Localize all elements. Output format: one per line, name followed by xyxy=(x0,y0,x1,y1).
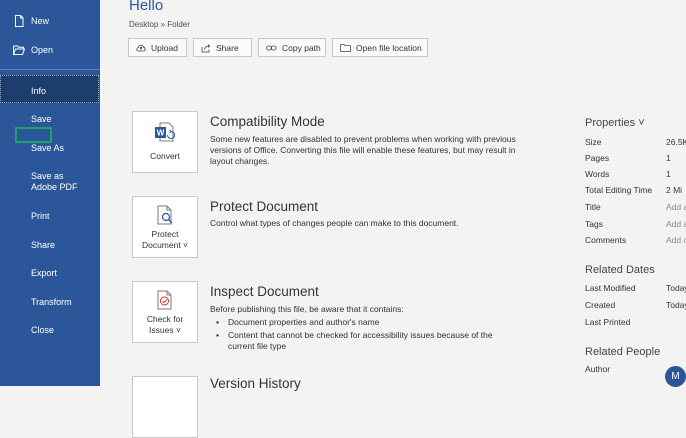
sidebar-item-label: Close xyxy=(31,325,55,335)
property-value: Today xyxy=(666,283,686,293)
property-key: Last Printed xyxy=(585,317,631,327)
protect-document-icon xyxy=(157,205,173,225)
property-value: 1 xyxy=(666,169,671,179)
breadcrumb: Desktop » Folder xyxy=(129,20,190,29)
sidebar-item-label: Save As xyxy=(31,143,65,153)
property-value: 2 Mi xyxy=(666,185,683,195)
inspect-bullet-text: Content that cannot be checked for acces… xyxy=(228,330,493,351)
sidebar-item-info-selected[interactable] xyxy=(0,75,99,103)
open-file-location-button[interactable]: Open file location xyxy=(332,38,428,57)
add-comments-field[interactable]: Add c xyxy=(666,235,686,245)
property-value: 26.5K xyxy=(666,137,686,147)
property-key: Tags xyxy=(585,219,603,229)
upload-label: Upload xyxy=(151,42,178,53)
link-icon xyxy=(266,45,277,50)
inspect-bullet: ▪ Document properties and author's name xyxy=(216,317,516,328)
share-icon xyxy=(201,43,211,52)
version-history-title: Version History xyxy=(210,376,301,391)
sidebar-item-label: Info xyxy=(31,86,47,96)
new-document-icon xyxy=(15,15,24,27)
compatibility-section: W Convert Compatibility Mode Some new fe… xyxy=(132,111,552,175)
sidebar-item-label: Print xyxy=(31,211,50,221)
upload-icon xyxy=(136,44,146,51)
protect-title: Protect Document xyxy=(210,199,319,214)
property-key: Created xyxy=(585,300,616,310)
version-history-section: Version History xyxy=(132,376,552,438)
properties-dropdown[interactable]: Properties ˅ xyxy=(585,117,645,129)
protect-label-line1: Protect xyxy=(151,229,179,239)
convert-button[interactable]: W Convert xyxy=(132,111,198,173)
check-label-line2: Issues ˅ xyxy=(149,325,181,335)
sidebar-divider xyxy=(0,69,100,70)
share-button[interactable]: Share xyxy=(193,38,252,57)
copy-path-label: Copy path xyxy=(282,42,321,53)
property-key: Last Modified xyxy=(585,283,636,293)
inspect-bullet-text: Document properties and author's name xyxy=(228,317,380,327)
protect-section: Protect Document ˅ Protect Document Cont… xyxy=(132,196,552,260)
inspect-title: Inspect Document xyxy=(210,284,319,299)
upload-button[interactable]: Upload xyxy=(128,38,187,57)
inspect-description: Before publishing this file, be aware th… xyxy=(210,304,404,314)
avatar[interactable]: M xyxy=(665,366,686,387)
property-key: Title xyxy=(585,202,601,212)
compatibility-description: Some new features are disabled to preven… xyxy=(210,134,516,166)
share-label: Share xyxy=(216,42,239,53)
open-file-location-label: Open file location xyxy=(356,42,422,53)
version-history-button[interactable] xyxy=(132,376,198,438)
check-label-line1: Check for xyxy=(146,314,184,324)
inspect-section: Check for Issues ˅ Inspect Document Befo… xyxy=(132,281,552,351)
folder-open-icon xyxy=(13,45,25,55)
property-key: Words xyxy=(585,169,610,179)
related-dates-heading: Related Dates xyxy=(585,264,655,276)
property-key: Total Editing Time xyxy=(585,185,653,195)
sidebar-item-label: Save as Adobe PDF xyxy=(31,171,78,192)
property-value: 1 xyxy=(666,153,671,163)
check-for-issues-button[interactable]: Check for Issues ˅ xyxy=(132,281,198,343)
document-title: Hello xyxy=(129,0,164,14)
word-convert-icon: W xyxy=(155,122,175,142)
check-issues-icon xyxy=(157,290,172,310)
sidebar-item-label: Transform xyxy=(31,297,72,307)
related-people-heading: Related People xyxy=(585,346,661,358)
svg-text:W: W xyxy=(157,129,165,138)
property-key: Author xyxy=(585,364,611,374)
sidebar-item-label: New xyxy=(31,16,50,26)
sidebar-item-label: Open xyxy=(31,45,54,55)
focus-indicator xyxy=(15,127,52,143)
property-key: Size xyxy=(585,137,602,147)
property-key: Comments xyxy=(585,235,627,245)
sidebar-item-label: Export xyxy=(31,268,58,278)
folder-icon xyxy=(340,43,351,52)
sidebar-item-label: Save xyxy=(31,114,52,124)
property-value: Today xyxy=(666,300,686,310)
backstage-sidebar: New Open Info Save Save As Save as Adobe… xyxy=(0,0,100,386)
copy-path-button[interactable]: Copy path xyxy=(258,38,326,57)
add-tags-field[interactable]: Add a xyxy=(666,219,686,229)
protect-document-button[interactable]: Protect Document ˅ xyxy=(132,196,198,258)
inspect-bullet: ▪ Content that cannot be checked for acce… xyxy=(216,330,516,352)
compatibility-title: Compatibility Mode xyxy=(210,114,325,129)
property-key: Pages xyxy=(585,153,610,163)
convert-label: Convert xyxy=(150,151,180,161)
sidebar-item-label: Share xyxy=(31,240,56,250)
protect-label-line2: Document ˅ xyxy=(141,240,189,250)
protect-description: Control what types of changes people can… xyxy=(210,218,459,228)
add-title-field[interactable]: Add a xyxy=(666,202,686,212)
